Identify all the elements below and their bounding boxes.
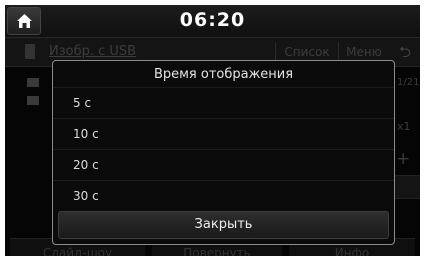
option-label: 30 с [73,189,99,203]
option-label: 10 с [73,127,99,141]
option-30s[interactable]: 30 с [53,180,394,211]
back-icon[interactable]: ⮌ [393,42,417,62]
head-unit-screen: 06:20 Изобр. с USB Список Меню ⮌ 1/21E x… [5,5,420,256]
dialog-title: Время отображения [153,67,294,82]
zoom-level: x1 [397,120,411,133]
option-10s[interactable]: 10 с [53,118,394,149]
menu-button[interactable]: Меню [338,42,389,62]
option-20s[interactable]: 20 с [53,149,394,180]
status-bar: 06:20 [5,5,420,38]
time-options-list: 5 с 10 с 20 с 30 с [53,87,394,211]
usb-icon [25,44,35,59]
side-panel-button[interactable] [393,175,420,199]
zoom-in-button[interactable]: + [396,149,410,169]
image-counter: 1/21E [397,77,420,88]
option-label: 5 с [73,96,92,110]
list-button[interactable]: Список [275,42,338,62]
display-time-dialog: Время отображения 5 с 10 с 20 с 30 с Зак… [52,60,395,245]
clock: 06:20 [179,9,246,31]
option-label: 20 с [73,158,99,172]
image-file-icon [27,96,39,105]
viewer-title: Изобр. с USB [49,44,137,59]
close-button[interactable]: Закрыть [58,211,389,239]
option-5s[interactable]: 5 с [53,87,394,118]
folder-icon [27,78,39,87]
